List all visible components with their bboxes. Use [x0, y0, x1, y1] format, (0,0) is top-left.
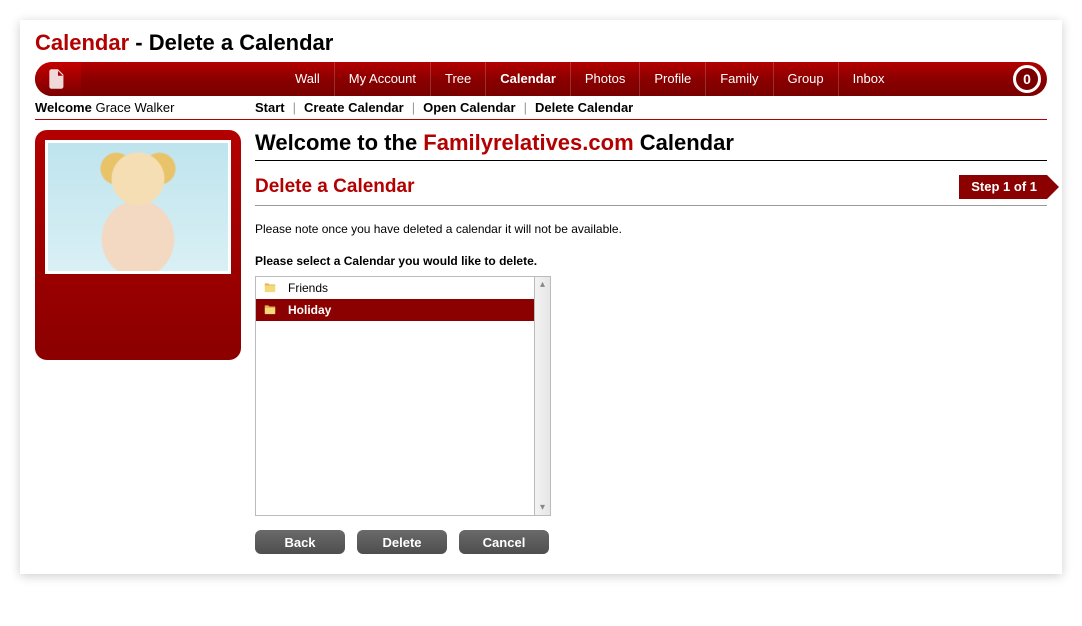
calendar-listbox[interactable]: Friends Holiday: [255, 276, 535, 516]
calendar-listbox-wrap: Friends Holiday ▴ ▾: [255, 276, 1047, 516]
page-title-prefix: Calendar: [35, 30, 129, 55]
step-row: Delete a Calendar Step 1 of 1: [255, 175, 1047, 206]
nav-item-photos[interactable]: Photos: [570, 62, 639, 96]
scroll-up-icon[interactable]: ▴: [540, 279, 545, 290]
subnav-create-calendar[interactable]: Create Calendar: [304, 100, 404, 115]
logo-icon[interactable]: [35, 62, 81, 96]
main-title-brand: Familyrelatives.com: [423, 130, 633, 155]
nav-item-my-account[interactable]: My Account: [334, 62, 430, 96]
subnav-separator: |: [412, 100, 415, 115]
welcome-text: Welcome Grace Walker: [35, 100, 255, 115]
subnav-separator: |: [524, 100, 527, 115]
main-title-pre: Welcome to the: [255, 130, 423, 155]
section-heading: Delete a Calendar: [255, 176, 414, 198]
inbox-count-badge[interactable]: 0: [1013, 65, 1041, 93]
calendar-list-item[interactable]: Friends: [256, 277, 534, 299]
subnav-delete-calendar[interactable]: Delete Calendar: [535, 100, 633, 115]
calendar-subnav: Start | Create Calendar | Open Calendar | Dele…: [255, 100, 633, 115]
folder-icon: [262, 281, 280, 295]
scroll-down-icon[interactable]: ▾: [540, 502, 545, 513]
folder-icon: [262, 303, 280, 317]
app-frame: Calendar - Delete a Calendar WallMy Acco…: [20, 20, 1062, 574]
calendar-list-item[interactable]: Holiday: [256, 299, 534, 321]
action-button-row: Back Delete Cancel: [255, 530, 1047, 554]
page-title: Calendar - Delete a Calendar: [35, 30, 1047, 56]
profile-sidebar: [35, 130, 241, 360]
nav-item-calendar[interactable]: Calendar: [485, 62, 570, 96]
calendar-item-label: Friends: [288, 281, 328, 295]
welcome-label: Welcome: [35, 100, 92, 115]
nav-item-family[interactable]: Family: [705, 62, 772, 96]
avatar-frame: [45, 140, 231, 274]
main-title-post: Calendar: [634, 130, 734, 155]
main-navbar: WallMy AccountTreeCalendarPhotosProfileF…: [35, 62, 1047, 96]
step-indicator: Step 1 of 1: [959, 175, 1047, 199]
welcome-user: Grace Walker: [95, 100, 174, 115]
avatar-icon: [48, 143, 228, 271]
subnav-open-calendar[interactable]: Open Calendar: [423, 100, 515, 115]
page-title-suffix: Delete a Calendar: [149, 30, 334, 55]
nav-item-wall[interactable]: Wall: [281, 62, 334, 96]
nav-item-inbox[interactable]: Inbox: [838, 62, 899, 96]
nav-item-profile[interactable]: Profile: [639, 62, 705, 96]
nav-items: WallMy AccountTreeCalendarPhotosProfileF…: [281, 62, 1007, 96]
select-prompt: Please select a Calendar you would like …: [255, 254, 1047, 268]
subnav-separator: |: [293, 100, 296, 115]
main-panel: Welcome to the Familyrelatives.com Calen…: [255, 130, 1047, 554]
cancel-button[interactable]: Cancel: [459, 530, 549, 554]
delete-button[interactable]: Delete: [357, 530, 447, 554]
sub-header-row: Welcome Grace Walker Start | Create Calend…: [35, 100, 1047, 120]
subnav-start[interactable]: Start: [255, 100, 285, 115]
calendar-item-label: Holiday: [288, 303, 331, 317]
nav-item-tree[interactable]: Tree: [430, 62, 485, 96]
listbox-scrollbar[interactable]: ▴ ▾: [535, 276, 551, 516]
delete-note: Please note once you have deleted a cale…: [255, 222, 1047, 236]
content-row: Welcome to the Familyrelatives.com Calen…: [35, 130, 1047, 554]
nav-item-group[interactable]: Group: [773, 62, 838, 96]
main-title: Welcome to the Familyrelatives.com Calen…: [255, 130, 1047, 161]
back-button[interactable]: Back: [255, 530, 345, 554]
page-title-sep: -: [129, 30, 149, 55]
